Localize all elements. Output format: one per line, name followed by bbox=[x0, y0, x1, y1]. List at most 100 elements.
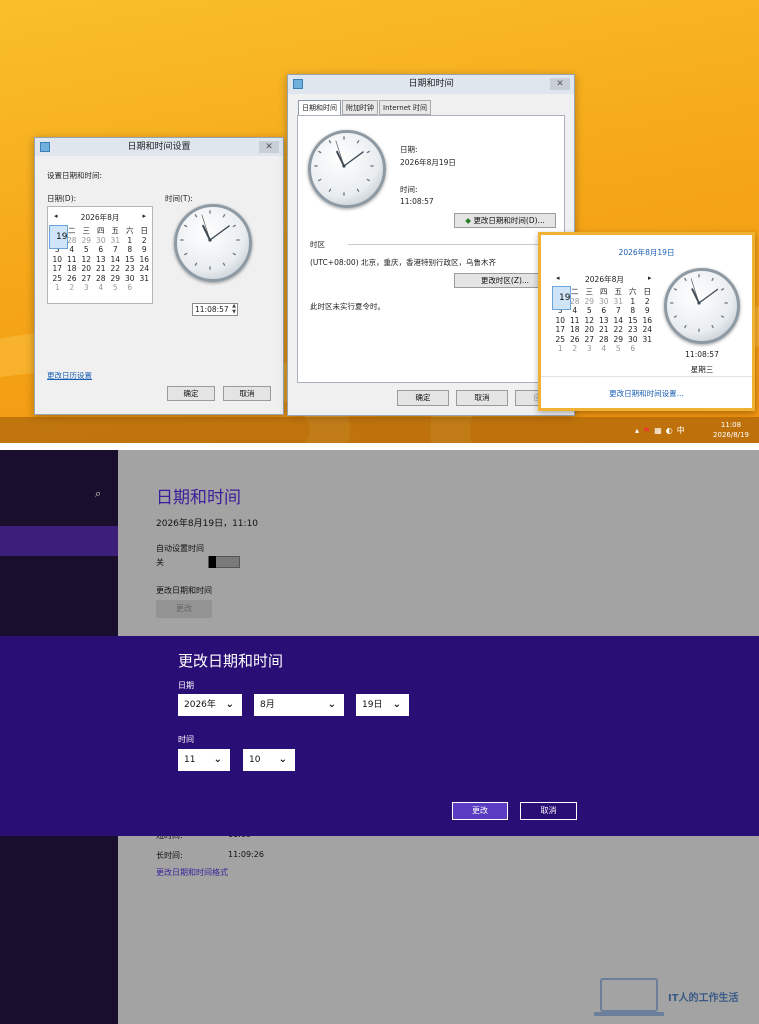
day-select[interactable]: 19日 ⌄ bbox=[356, 694, 409, 716]
change-format-link[interactable]: 更改日期和时间格式 bbox=[156, 867, 228, 878]
next-month-button[interactable]: ▸ bbox=[142, 212, 146, 220]
calendar-day[interactable]: 22 bbox=[611, 325, 626, 335]
calendar-day[interactable]: 6 bbox=[626, 344, 641, 354]
change-button[interactable]: 更改 bbox=[156, 600, 212, 618]
calendar-grid[interactable]: 一二三四五六日272829303112345678910111213141516… bbox=[48, 225, 152, 293]
sidebar-item-selected[interactable] bbox=[0, 526, 118, 556]
calendar-day[interactable]: 31 bbox=[611, 297, 626, 307]
auto-set-toggle[interactable] bbox=[208, 556, 240, 568]
confirm-change-button[interactable]: 更改 bbox=[452, 802, 508, 820]
prev-month-button[interactable]: ◂ bbox=[556, 274, 560, 282]
calendar-day[interactable]: 24 bbox=[137, 264, 152, 274]
calendar-day[interactable]: 4 bbox=[94, 283, 109, 293]
calendar-day[interactable]: 21 bbox=[597, 325, 612, 335]
calendar-day[interactable]: 6 bbox=[94, 245, 109, 255]
calendar-day[interactable]: 5 bbox=[582, 306, 597, 316]
calendar-day[interactable]: 18 bbox=[65, 264, 80, 274]
calendar-day[interactable]: 12 bbox=[79, 255, 94, 265]
calendar-day[interactable]: 5 bbox=[611, 344, 626, 354]
calendar-day[interactable]: 29 bbox=[79, 236, 94, 246]
calendar-day[interactable]: 26 bbox=[568, 335, 583, 345]
year-select[interactable]: 2026年 ⌄ bbox=[178, 694, 242, 716]
calendar-day[interactable]: 17 bbox=[553, 325, 568, 335]
calendar-day[interactable]: 31 bbox=[640, 335, 655, 345]
cancel-button[interactable]: 取消 bbox=[520, 802, 577, 820]
time-spinner[interactable]: ▲ ▼ bbox=[232, 303, 236, 315]
calendar-day[interactable]: 5 bbox=[79, 245, 94, 255]
calendar-day[interactable]: 19 bbox=[48, 225, 69, 249]
change-datetime-button[interactable]: ◆ 更改日期和时间(D)... bbox=[454, 213, 556, 228]
calendar-day[interactable]: 10 bbox=[50, 255, 65, 265]
calendar-day[interactable]: 2 bbox=[137, 236, 152, 246]
calendar-day[interactable]: 12 bbox=[582, 316, 597, 326]
calendar-day[interactable]: 15 bbox=[123, 255, 138, 265]
calendar-day[interactable]: 29 bbox=[108, 274, 123, 284]
calendar-day[interactable]: 30 bbox=[597, 297, 612, 307]
tab-datetime[interactable]: 日期和时间 bbox=[298, 100, 341, 115]
calendar-day[interactable]: 29 bbox=[611, 335, 626, 345]
calendar-day[interactable]: 1 bbox=[553, 344, 568, 354]
calendar-day[interactable]: 11 bbox=[65, 255, 80, 265]
calendar-day[interactable]: 15 bbox=[626, 316, 641, 326]
calendar-day[interactable]: 18 bbox=[568, 325, 583, 335]
flyout-date[interactable]: 2026年8月19日 bbox=[541, 247, 752, 258]
ok-button[interactable]: 确定 bbox=[167, 386, 215, 401]
calendar-day[interactable]: 30 bbox=[94, 236, 109, 246]
calendar-day[interactable]: 14 bbox=[108, 255, 123, 265]
calendar-day[interactable]: 26 bbox=[65, 274, 80, 284]
action-center-icon[interactable]: ⚑ bbox=[643, 426, 654, 435]
cancel-button[interactable]: 取消 bbox=[456, 390, 508, 406]
calendar-day[interactable]: 16 bbox=[137, 255, 152, 265]
calendar-day[interactable]: 16 bbox=[640, 316, 655, 326]
network-icon[interactable]: ▦ bbox=[654, 426, 666, 435]
calendar-day[interactable]: 20 bbox=[582, 325, 597, 335]
close-button[interactable]: ✕ bbox=[550, 78, 570, 90]
calendar-day[interactable]: 17 bbox=[50, 264, 65, 274]
calendar-day[interactable]: 7 bbox=[611, 306, 626, 316]
calendar-day[interactable]: 2 bbox=[65, 283, 80, 293]
calendar-day[interactable]: 13 bbox=[94, 255, 109, 265]
calendar-day[interactable]: 2 bbox=[568, 344, 583, 354]
calendar-day[interactable]: 31 bbox=[137, 274, 152, 284]
calendar-day[interactable]: 2 bbox=[640, 297, 655, 307]
tab-internet-time[interactable]: Internet 时间 bbox=[379, 100, 432, 115]
month-select[interactable]: 8月 ⌄ bbox=[254, 694, 344, 716]
ime-icon[interactable]: 中 bbox=[677, 426, 689, 435]
calendar-day[interactable]: 1 bbox=[50, 283, 65, 293]
calendar-day[interactable]: 10 bbox=[553, 316, 568, 326]
calendar-day[interactable]: 8 bbox=[626, 306, 641, 316]
calendar-day[interactable]: 22 bbox=[108, 264, 123, 274]
search-icon[interactable]: ⌕ bbox=[95, 487, 101, 501]
calendar-day[interactable]: 3 bbox=[582, 344, 597, 354]
calendar-day[interactable]: 29 bbox=[582, 297, 597, 307]
volume-icon[interactable]: ◐ bbox=[666, 426, 677, 435]
calendar-day[interactable]: 23 bbox=[123, 264, 138, 274]
calendar-day[interactable]: 19 bbox=[551, 286, 572, 310]
calendar-day[interactable]: 23 bbox=[626, 325, 641, 335]
calendar-day[interactable]: 13 bbox=[597, 316, 612, 326]
tray-icons[interactable]: ▴⚑▦◐中 bbox=[635, 425, 689, 436]
taskbar-clock[interactable]: 11:08 2026/8/19 bbox=[707, 420, 755, 440]
time-input[interactable]: 11:08:57 ▲ ▼ bbox=[192, 303, 238, 316]
minute-select[interactable]: 10 ⌄ bbox=[243, 749, 295, 771]
calendar-day[interactable]: 27 bbox=[582, 335, 597, 345]
calendar-day[interactable]: 14 bbox=[611, 316, 626, 326]
change-calendar-settings-link[interactable]: 更改日历设置 bbox=[47, 370, 92, 381]
calendar-day[interactable]: 20 bbox=[79, 264, 94, 274]
calendar-day[interactable]: 21 bbox=[94, 264, 109, 274]
next-month-button[interactable]: ▸ bbox=[648, 274, 652, 282]
calendar-day[interactable]: 4 bbox=[597, 344, 612, 354]
calendar-day[interactable]: 25 bbox=[50, 274, 65, 284]
calendar-day[interactable]: 1 bbox=[123, 236, 138, 246]
calendar-day[interactable]: 1 bbox=[626, 297, 641, 307]
cancel-button[interactable]: 取消 bbox=[223, 386, 271, 401]
calendar-day[interactable]: 11 bbox=[568, 316, 583, 326]
calendar-day[interactable]: 9 bbox=[137, 245, 152, 255]
calendar-day[interactable]: 25 bbox=[553, 335, 568, 345]
calendar-day[interactable]: 3 bbox=[79, 283, 94, 293]
calendar-day[interactable]: 28 bbox=[94, 274, 109, 284]
calendar-day[interactable]: 31 bbox=[108, 236, 123, 246]
calendar-day[interactable]: 5 bbox=[108, 283, 123, 293]
hour-select[interactable]: 11 ⌄ bbox=[178, 749, 230, 771]
calendar-day[interactable]: 6 bbox=[123, 283, 138, 293]
